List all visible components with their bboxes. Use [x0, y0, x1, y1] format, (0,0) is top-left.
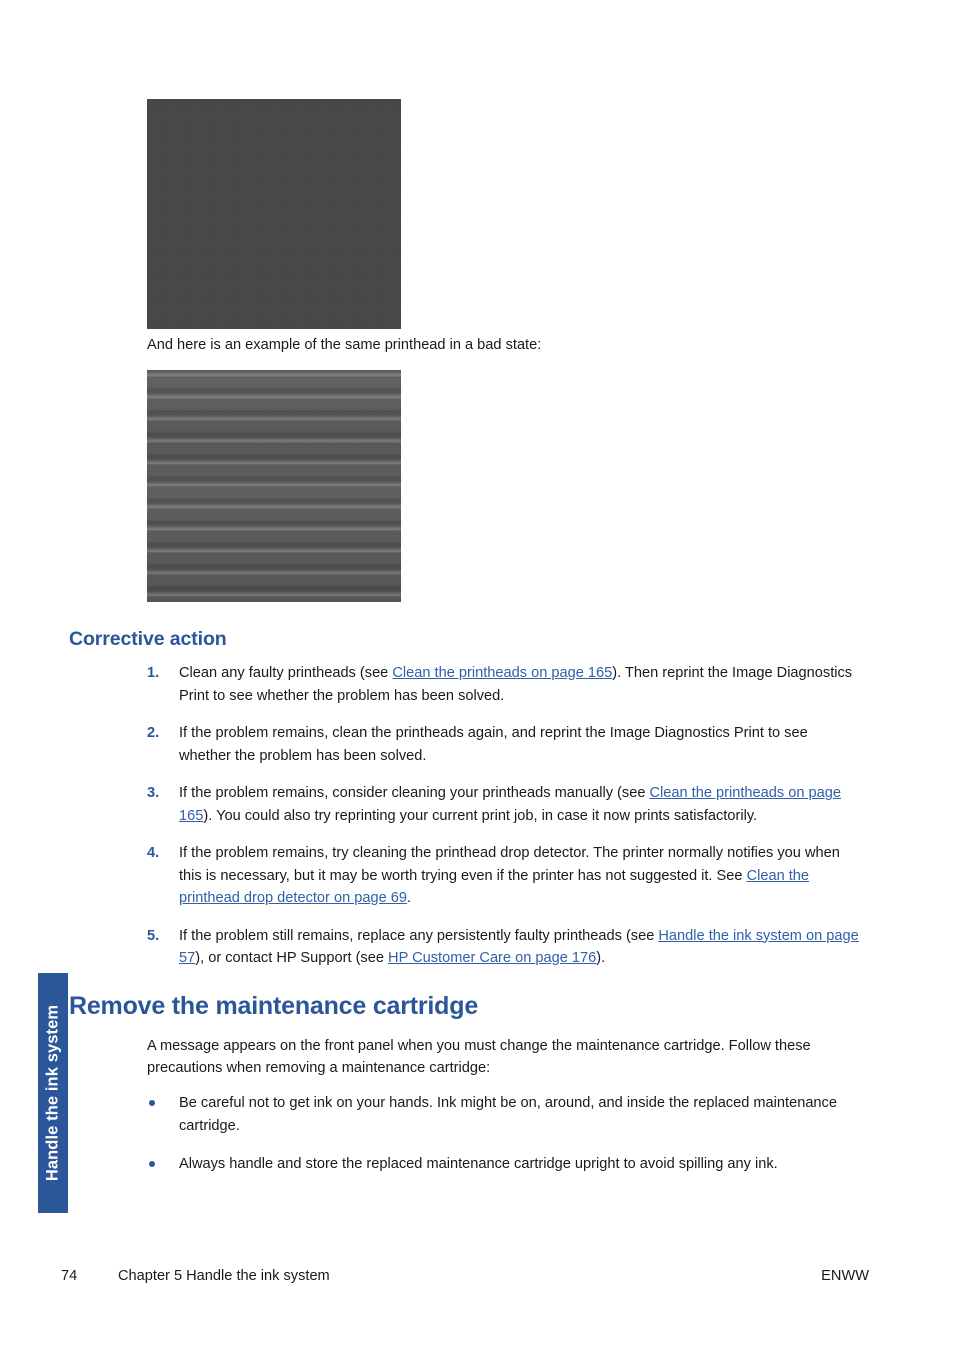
step-body: If the problem remains, try cleaning the… — [179, 845, 840, 906]
step-text: If the problem remains, consider cleanin… — [179, 785, 650, 801]
step-number: 5. — [147, 927, 160, 944]
step-body: Clean any faulty printheads (see Clean t… — [179, 665, 852, 704]
step-body: If the problem remains, clean the printh… — [179, 725, 808, 764]
doc-link[interactable]: Clean the printheads on page 165 — [392, 665, 612, 681]
step-body: If the problem still remains, replace an… — [179, 928, 859, 967]
bullet-text: Always handle and store the replaced mai… — [179, 1156, 778, 1172]
list-item: 4. If the problem remains, try cleaning t… — [147, 842, 859, 910]
page-footer: 74 Chapter 5 Handle the ink system ENWW — [0, 1268, 954, 1290]
corrective-action-steps: 1. Clean any faulty printheads (see Clean… — [147, 662, 859, 985]
step-text: If the problem still remains, replace an… — [179, 927, 659, 944]
step-text: ), or contact HP Support (see — [195, 950, 389, 966]
bullet-text: Be careful not to get ink on your hands.… — [179, 1095, 837, 1134]
step-number: 4. — [147, 845, 160, 861]
step-text: ). — [596, 950, 606, 966]
list-item: Be careful not to get ink on your hands.… — [147, 1092, 859, 1137]
step-text: . — [407, 890, 412, 906]
caption-bad-state: And here is an example of the same print… — [147, 337, 542, 353]
step-text: Clean any faulty printheads (see — [179, 665, 393, 681]
step-text: ). You could also try reprinting your cu… — [203, 807, 758, 824]
side-tab-handle-the-ink-system: Handle the ink system — [38, 973, 68, 1213]
doc-link[interactable]: HP Customer Care on page 176 — [388, 950, 596, 966]
bullet-icon — [149, 1100, 155, 1106]
paragraph-remove-cartridge-intro: A message appears on the front panel whe… — [147, 1038, 811, 1076]
printhead-good-state-image — [147, 99, 401, 329]
remove-cartridge-precautions: Be careful not to get ink on your hands.… — [147, 1092, 859, 1192]
footer-locale: ENWW — [821, 1268, 869, 1284]
step-body: If the problem remains, consider cleanin… — [179, 785, 841, 824]
footer-chapter: Chapter 5 Handle the ink system — [118, 1268, 330, 1284]
printhead-bad-state-image — [147, 370, 401, 602]
step-text: If the problem remains, clean the printh… — [179, 725, 808, 764]
bullet-icon — [149, 1161, 155, 1167]
list-item: Always handle and store the replaced mai… — [147, 1153, 859, 1176]
heading-remove-the-maintenance-cartridge: Remove the maintenance cartridge — [69, 992, 479, 1020]
step-number: 3. — [147, 785, 160, 801]
list-item: 3. If the problem remains, consider clean… — [147, 782, 859, 827]
step-number: 1. — [147, 665, 160, 681]
heading-corrective-action: Corrective action — [69, 628, 227, 650]
step-number: 2. — [147, 725, 160, 741]
list-item: 5. If the problem still remains, replace … — [147, 925, 859, 970]
side-tab-label: Handle the ink system — [43, 1004, 62, 1182]
list-item: 1. Clean any faulty printheads (see Clean… — [147, 662, 859, 707]
list-item: 2. If the problem remains, clean the prin… — [147, 722, 859, 767]
footer-page-number: 74 — [61, 1268, 78, 1284]
step-text: If the problem remains, try cleaning the… — [179, 845, 840, 884]
